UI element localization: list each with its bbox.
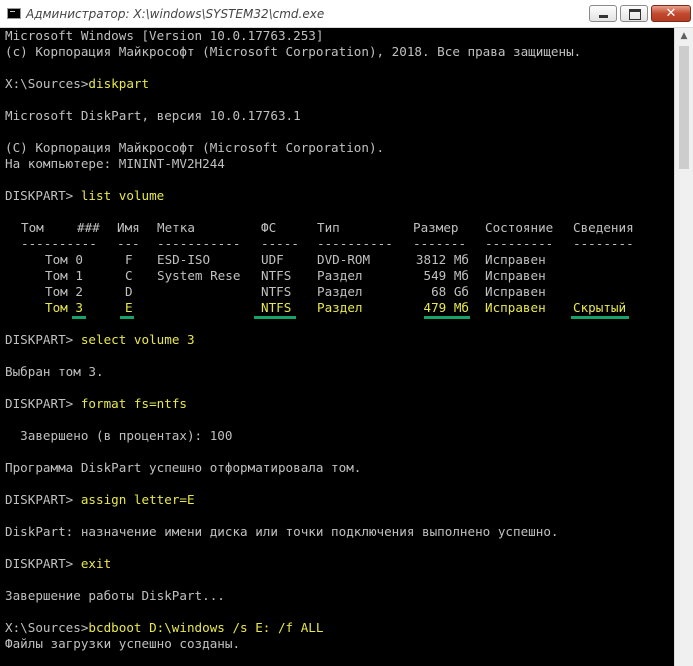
volume-letter: F xyxy=(125,252,133,267)
highlight-underline xyxy=(571,316,629,319)
volume-number-text: Том 3 xyxy=(45,300,83,315)
volume-number: Том 3 xyxy=(45,300,83,316)
highlight-underline xyxy=(72,316,86,319)
prompt: DISKPART> xyxy=(5,396,81,411)
volume-number: Том 1 xyxy=(45,268,83,283)
prompt-line: DISKPART> assign letter=E xyxy=(5,492,195,508)
volume-type: DVD-ROM xyxy=(317,252,371,267)
column-separator: ----- xyxy=(261,236,299,251)
output-line: (c) Корпорация Майкрософт (Microsoft Cor… xyxy=(5,44,582,59)
volume-fs: UDF xyxy=(261,252,284,267)
output-line: (C) Корпорация Майкрософт (Microsoft Cor… xyxy=(5,140,385,155)
prompt-line: DISKPART> select volume 3 xyxy=(5,332,195,348)
column-header: ФС xyxy=(261,220,277,235)
command-text: select volume 3 xyxy=(80,332,195,347)
prompt-line: DISKPART> exit xyxy=(5,556,111,572)
volume-number: Том 0 xyxy=(45,252,83,267)
volume-status: Исправен xyxy=(485,284,546,299)
output-line: Завершение работы DiskPart... xyxy=(5,588,225,603)
prompt: DISKPART> xyxy=(5,492,81,507)
column-separator: -------- xyxy=(573,236,634,251)
volume-size: 549 Мб xyxy=(423,268,470,283)
volume-size: 479 Мб xyxy=(423,300,470,315)
column-header: Имя xyxy=(117,220,140,235)
maximize-icon xyxy=(621,6,647,21)
output-line: На компьютере: MININT-MV2H244 xyxy=(5,156,225,171)
output-line: Программа DiskPart успешно отформатирова… xyxy=(5,460,362,475)
scrollbar-thumb[interactable] xyxy=(679,46,689,169)
volume-status: Исправен xyxy=(485,300,546,315)
column-separator: ---------- xyxy=(317,236,393,251)
volume-letter: C xyxy=(125,268,133,283)
prompt: DISKPART> xyxy=(5,556,81,571)
prompt: X:\Sources> xyxy=(5,620,89,635)
volume-letter: D xyxy=(125,284,133,299)
highlight-underline xyxy=(120,316,134,319)
vertical-scrollbar[interactable]: ▲ xyxy=(674,28,693,666)
scroll-up-icon[interactable]: ▲ xyxy=(675,28,693,45)
volume-letter: E xyxy=(125,300,133,315)
column-header: Тип xyxy=(317,220,340,235)
column-header: Состояние xyxy=(485,220,554,235)
prompt-line: DISKPART> format fs=ntfs xyxy=(5,396,187,412)
close-button[interactable]: ✕ xyxy=(651,5,691,22)
volume-number: Том 2 xyxy=(45,284,83,299)
output-line: Завершено (в процентах): 100 xyxy=(5,428,233,443)
highlight-underline xyxy=(254,316,296,319)
column-separator: ---------- xyxy=(21,236,97,251)
volume-label: ESD-ISO xyxy=(157,252,211,267)
prompt: DISKPART> xyxy=(5,332,81,347)
volume-type: Раздел xyxy=(317,300,363,315)
cmd-app-icon xyxy=(7,8,21,19)
output-line: DiskPart: назначение имени диска или точ… xyxy=(5,524,559,539)
close-icon: ✕ xyxy=(665,6,677,21)
column-header: Размер xyxy=(413,220,459,235)
column-header: Сведения xyxy=(573,220,634,235)
volume-size: 3812 Мб xyxy=(415,252,469,267)
output-line: Microsoft Windows [Version 10.0.17763.25… xyxy=(5,28,324,43)
command-text: assign letter=E xyxy=(80,492,195,507)
volume-info: Скрытый xyxy=(573,300,627,315)
volume-type: Раздел xyxy=(317,268,363,283)
column-header: ### xyxy=(77,220,100,235)
prompt: DISKPART> xyxy=(5,188,81,203)
prompt-line: DISKPART> list volume xyxy=(5,188,164,204)
command-text: diskpart xyxy=(88,76,150,91)
column-separator: ----------- xyxy=(157,236,241,251)
output-line: Файлы загрузки успешно созданы. xyxy=(5,636,241,651)
volume-fs: NTFS xyxy=(261,268,292,283)
volume-type: Раздел xyxy=(317,284,363,299)
title-bar[interactable]: Администратор: X:\windows\SYSTEM32\cmd.e… xyxy=(0,0,693,28)
output-line: Microsoft DiskPart, версия 10.0.17763.1 xyxy=(5,108,301,123)
window-title: Администратор: X:\windows\SYSTEM32\cmd.e… xyxy=(26,7,325,21)
column-header: Метка xyxy=(157,220,195,235)
prompt-line: X:\Sources>diskpart xyxy=(5,76,149,92)
volume-label: System Rese xyxy=(157,268,241,283)
column-separator: --------- xyxy=(485,236,554,251)
command-text: format fs=ntfs xyxy=(80,396,187,411)
command-text: exit xyxy=(80,556,112,571)
output-line: Выбран том 3. xyxy=(5,364,104,379)
command-text: list volume xyxy=(80,188,165,203)
highlight-underline xyxy=(424,316,470,319)
volume-status: Исправен xyxy=(485,268,546,283)
console-output[interactable]: Microsoft Windows [Version 10.0.17763.25… xyxy=(0,28,674,666)
prompt-line: X:\Sources>bcdboot D:\windows /s E: /f A… xyxy=(5,620,323,636)
volume-fs: NTFS xyxy=(261,300,292,315)
maximize-button[interactable] xyxy=(620,5,648,22)
minimize-icon xyxy=(590,6,616,21)
command-text: bcdboot D:\windows /s E: /f ALL xyxy=(88,620,324,635)
minimize-button[interactable] xyxy=(589,5,617,22)
volume-fs: NTFS xyxy=(261,284,292,299)
column-separator: --- xyxy=(117,236,140,251)
column-separator: ------- xyxy=(413,236,467,251)
volume-size: 68 Gб xyxy=(431,284,469,299)
column-header: Том xyxy=(21,220,44,235)
volume-status: Исправен xyxy=(485,252,546,267)
prompt: X:\Sources> xyxy=(5,76,89,91)
